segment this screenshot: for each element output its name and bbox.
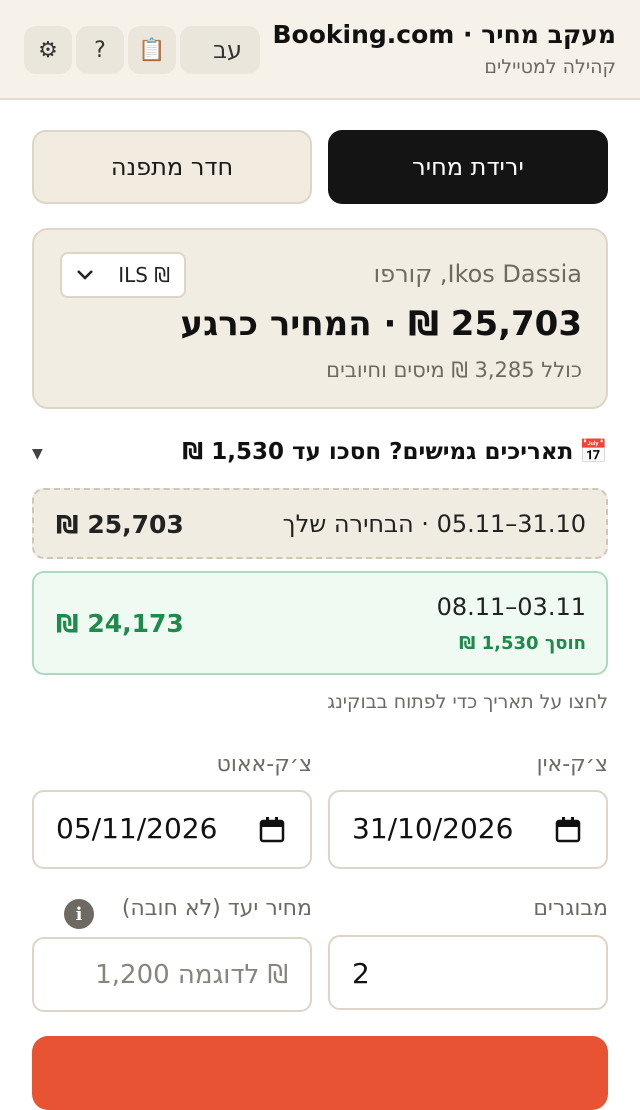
checkout-date-value: 05/11/2026 [56,812,218,845]
flexible-dates-title: תאריכים גמישים? חסכו עד 1,530 ₪ [182,438,574,465]
checkin-label: צ׳ק-אין [536,752,608,777]
calendar-icon [259,817,285,843]
date-option-range: 31.10–05.11 · הבחירה שלך [282,510,586,538]
adults-input[interactable]: 2 [328,935,608,1010]
flexible-dates-title-wrap: 📅 תאריכים גמישים? חסכו עד 1,530 ₪ [182,438,608,466]
date-option-current[interactable]: 31.10–05.11 · הבחירה שלך 25,703 ₪ [32,488,608,559]
currency-value: ₪ ILS [118,263,170,287]
target-price-label: מחיר יעד (לא חובה) [121,896,312,921]
page-title: מעקב מחיר · Booking.com [272,20,616,49]
target-price-placeholder: ₪ לדוגמה 1,200 [95,960,288,990]
chevron-down-icon [77,270,93,280]
date-option-price: 25,703 ₪ [56,510,184,539]
date-option-range: 03.11–08.11 [436,593,586,621]
tab-room-available[interactable]: חדר מתפנה [32,130,312,204]
date-option-price: 24,173 ₪ [56,609,184,638]
dates-hint: לחצו על תאריך כדי לפתוח בבוקינג [327,691,608,713]
adults-label: מבוגרים [533,896,608,921]
caret-down-icon: ▼ [32,446,43,462]
price-card: Ikos Dassia, קורפו 25,703 ₪ · המחיר כרגע… [32,228,608,409]
currency-select[interactable]: ₪ ILS [60,252,186,298]
checkin-date-value: 31/10/2026 [352,812,514,845]
current-price: 25,703 ₪ · המחיר כרגע [180,304,582,344]
checkout-date-input[interactable]: 05/11/2026 [32,790,312,869]
submit-button[interactable] [32,1036,608,1110]
page-subtitle: קהילה למטיילים [484,56,616,78]
flexible-dates-toggle[interactable]: 📅 תאריכים גמישים? חסכו עד 1,530 ₪ ▼ [32,438,608,474]
language-button[interactable]: עב [180,26,260,74]
checkin-date-input[interactable]: 31/10/2026 [328,790,608,869]
hotel-name: Ikos Dassia, קורפו [373,260,582,288]
clipboard-icon[interactable]: 📋 [128,26,176,74]
date-option-cheaper[interactable]: 03.11–08.11 חוסך 1,530 ₪ 24,173 ₪ [32,571,608,675]
calendar-icon: 📅 [579,439,608,465]
app-header: מעקב מחיר · Booking.com קהילה למטיילים ע… [0,0,640,100]
price-taxes-note: כולל 3,285 ₪ מיסים וחיובים [326,358,582,382]
info-icon[interactable]: i [64,899,94,929]
gear-icon[interactable]: ⚙ [24,26,72,74]
checkout-label: צ׳ק-אאוט [216,752,312,777]
adults-value: 2 [352,957,370,990]
tab-price-drop[interactable]: ירידת מחיר [328,130,608,204]
date-option-saving: חוסך 1,530 ₪ [459,633,586,654]
target-price-input[interactable]: ₪ לדוגמה 1,200 [32,937,312,1012]
help-icon[interactable]: ? [76,26,124,74]
calendar-icon [555,817,581,843]
